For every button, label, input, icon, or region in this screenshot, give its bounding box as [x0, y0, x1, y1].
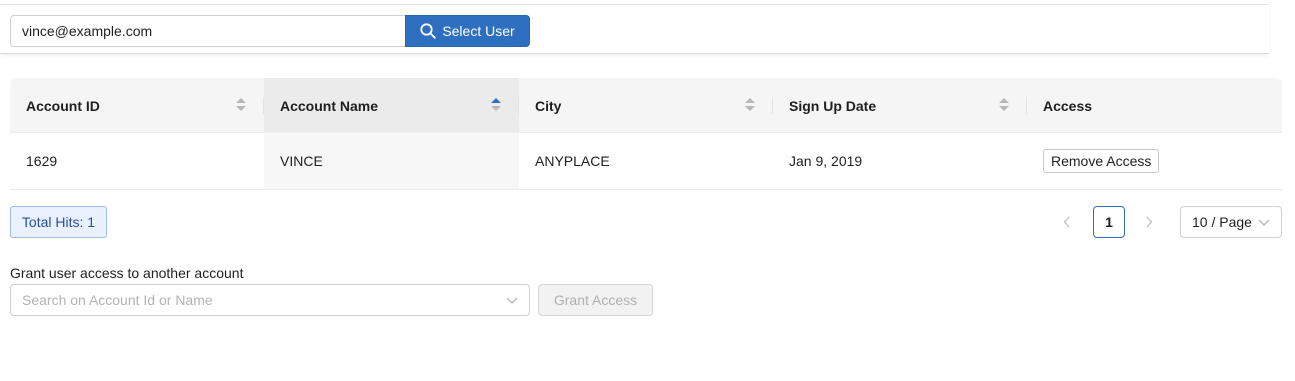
column-label: Account Name: [280, 97, 379, 114]
column-label: Access: [1043, 97, 1093, 114]
chevron-right-icon: [1146, 216, 1153, 228]
cell-sign-up-date: Jan 9, 2019: [789, 153, 863, 169]
grant-access-button[interactable]: Grant Access: [538, 284, 653, 316]
search-icon: [420, 23, 437, 39]
select-user-label: Select User: [442, 23, 515, 39]
chevron-down-icon: [506, 297, 518, 304]
cell-account-name: VINCE: [264, 133, 519, 189]
chevron-down-icon: [1258, 219, 1270, 226]
next-page-button[interactable]: [1137, 206, 1161, 238]
sort-icon: [236, 98, 246, 112]
sort-icon: [999, 98, 1009, 112]
column-label: City: [535, 97, 562, 114]
cell-account-id: 1629: [26, 153, 58, 169]
account-search-input[interactable]: [10, 284, 530, 316]
table-row: 1629 VINCE ANYPLACE Jan 9, 2019 Remove A…: [10, 133, 1282, 190]
grant-access-label: Grant user access to another account: [10, 265, 244, 281]
column-header-account-name[interactable]: Account Name: [264, 78, 519, 133]
sort-icon: [745, 98, 755, 112]
accounts-table: Account ID Account Name City Sign Up Dat…: [10, 78, 1282, 190]
column-header-account-id[interactable]: Account ID: [10, 78, 264, 133]
chevron-left-icon: [1063, 216, 1070, 228]
page-size-value: 10 / Page: [1192, 214, 1252, 230]
page-1-button[interactable]: 1: [1093, 206, 1125, 238]
total-hits-badge: Total Hits: 1: [10, 206, 107, 238]
column-header-access: Access: [1027, 78, 1282, 133]
pagination: 1: [1055, 206, 1161, 238]
cell-access: Remove Access: [1027, 133, 1282, 189]
column-label: Account ID: [26, 97, 100, 114]
column-label: Sign Up Date: [789, 97, 877, 114]
page-size-select[interactable]: 10 / Page: [1180, 206, 1282, 238]
column-header-sign-up-date[interactable]: Sign Up Date: [773, 78, 1027, 133]
table-header: Account ID Account Name City Sign Up Dat…: [10, 78, 1282, 133]
select-user-button[interactable]: Select User: [405, 15, 530, 47]
user-search-bar: Select User: [0, 5, 1269, 54]
cell-city: ANYPLACE: [535, 153, 610, 169]
user-email-input[interactable]: [10, 15, 406, 47]
remove-access-button[interactable]: Remove Access: [1043, 149, 1160, 173]
sort-ascending-icon: [491, 98, 501, 112]
column-header-city[interactable]: City: [519, 78, 773, 133]
previous-page-button[interactable]: [1055, 206, 1079, 238]
